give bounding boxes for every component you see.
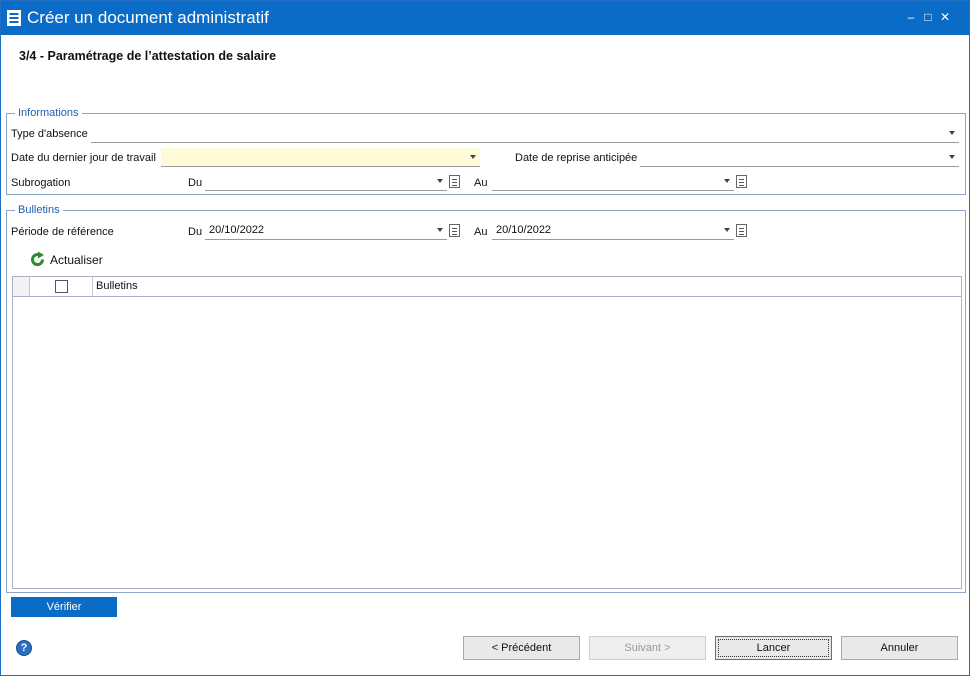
periode-au-value: 20/10/2022 <box>496 224 552 236</box>
type-absence-label: Type d'absence <box>11 128 88 140</box>
step-title: 3/4 - Paramétrage de l’attestation de sa… <box>19 49 277 63</box>
title-bar[interactable]: Créer un document administratif ‒ □ ✕ <box>1 1 969 35</box>
periode-label: Période de référence <box>11 226 114 238</box>
cancel-button[interactable]: Annuler <box>841 636 958 660</box>
dropdown-arrow-icon[interactable] <box>724 228 730 232</box>
previous-button[interactable]: < Précédent <box>463 636 580 660</box>
dropdown-arrow-icon[interactable] <box>724 179 730 183</box>
dropdown-arrow-icon[interactable] <box>949 155 955 159</box>
dropdown-arrow-icon[interactable] <box>437 179 443 183</box>
app-menu-icon[interactable] <box>7 10 21 26</box>
grid-header: Bulletins <box>13 277 961 297</box>
subrogation-du-label: Du <box>188 177 203 189</box>
calendar-icon[interactable] <box>736 224 747 237</box>
subrogation-label: Subrogation <box>11 177 71 189</box>
dialog-window: Créer un document administratif ‒ □ ✕ 3/… <box>0 0 970 676</box>
checkbox-icon[interactable] <box>55 280 68 293</box>
launch-button[interactable]: Lancer <box>715 636 832 660</box>
maximize-button[interactable]: □ <box>921 10 935 24</box>
periode-du-label: Du <box>188 226 203 238</box>
periode-du-date[interactable]: 20/10/2022 <box>205 221 447 240</box>
dernier-jour-select[interactable] <box>161 148 480 167</box>
dropdown-arrow-icon[interactable] <box>437 228 443 232</box>
select-all-header <box>30 277 93 296</box>
minimize-button[interactable]: ‒ <box>904 10 918 24</box>
bulletins-legend: Bulletins <box>15 204 63 217</box>
refresh-label: Actualiser <box>50 253 103 267</box>
window-title: Créer un document administratif <box>27 8 269 27</box>
column-header-bulletins[interactable]: Bulletins <box>96 280 138 292</box>
bulletins-grid[interactable]: Bulletins <box>12 276 962 589</box>
subrogation-au-label: Au <box>474 177 488 189</box>
refresh-button[interactable]: Actualiser <box>29 250 109 270</box>
dropdown-arrow-icon[interactable] <box>949 131 955 135</box>
row-indicator-header <box>13 277 30 296</box>
calendar-icon[interactable] <box>449 175 460 188</box>
calendar-icon[interactable] <box>736 175 747 188</box>
reprise-select[interactable] <box>640 148 959 167</box>
next-button[interactable]: Suivant > <box>589 636 706 660</box>
periode-du-value: 20/10/2022 <box>209 224 265 236</box>
verify-button[interactable]: Vérifier <box>11 597 117 617</box>
close-button[interactable]: ✕ <box>938 10 952 24</box>
informations-legend: Informations <box>15 107 82 120</box>
dropdown-arrow-icon[interactable] <box>470 155 476 159</box>
reprise-label: Date de reprise anticipée <box>515 152 638 164</box>
periode-au-label: Au <box>474 226 488 238</box>
calendar-icon[interactable] <box>449 224 460 237</box>
subrogation-du-date[interactable] <box>205 172 447 191</box>
subrogation-au-date[interactable] <box>492 172 734 191</box>
type-absence-select[interactable] <box>91 124 959 143</box>
refresh-icon <box>31 251 45 267</box>
help-icon[interactable]: ? <box>16 640 32 656</box>
dernier-jour-label: Date du dernier jour de travail <box>11 152 156 164</box>
periode-au-date[interactable]: 20/10/2022 <box>492 221 734 240</box>
